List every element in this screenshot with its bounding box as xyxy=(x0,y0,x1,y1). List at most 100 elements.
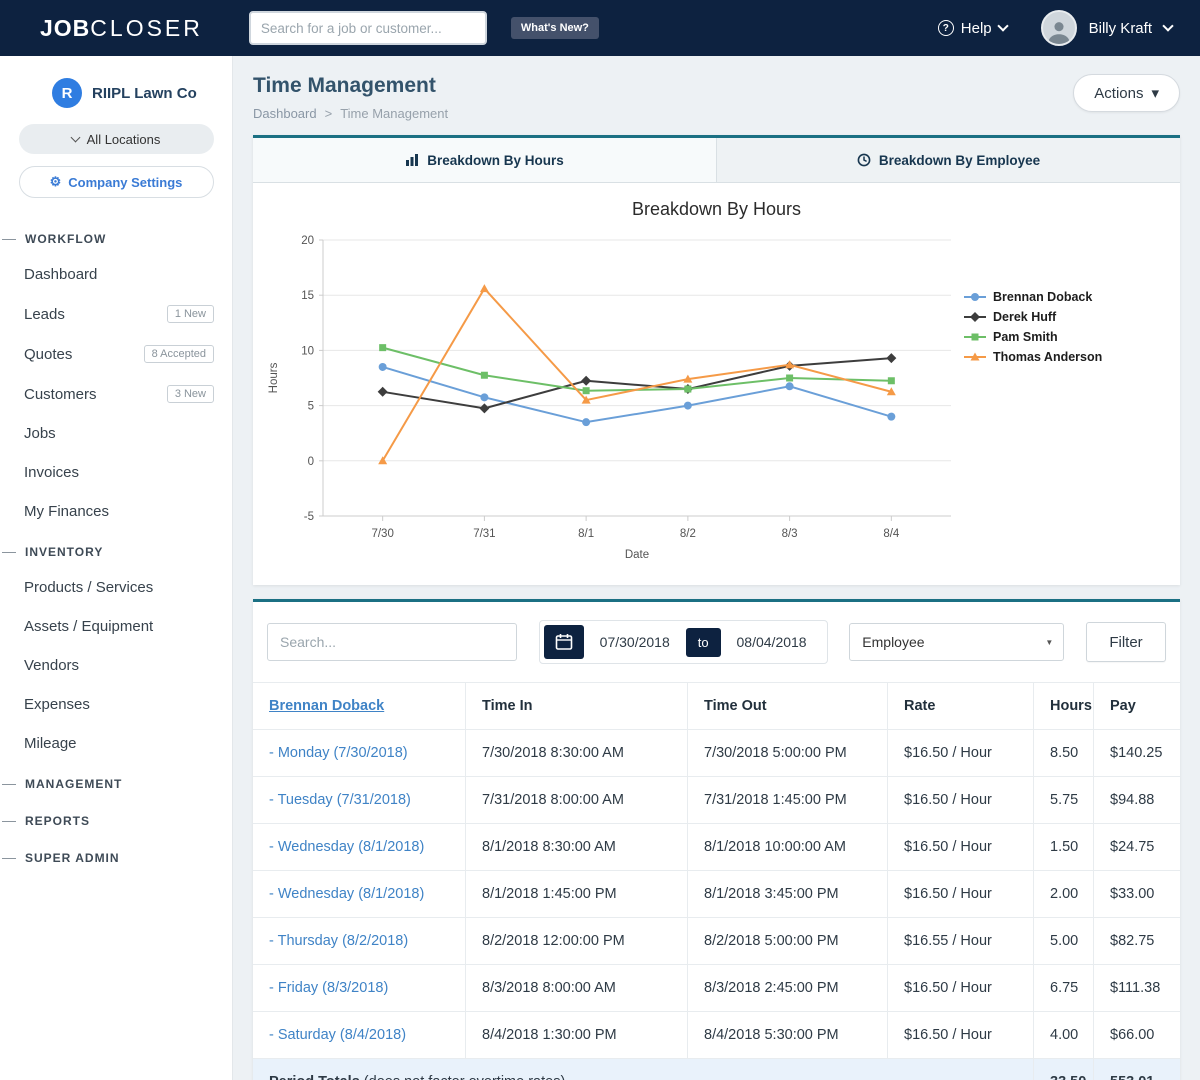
user-avatar[interactable] xyxy=(1041,10,1077,46)
filter-button[interactable]: Filter xyxy=(1086,622,1166,662)
cell-rate: $16.50 / Hour xyxy=(887,1012,1033,1058)
calendar-icon xyxy=(555,633,573,651)
nav-section-label: WORKFLOW xyxy=(25,232,106,246)
chart-title: Breakdown By Hours xyxy=(263,199,1170,220)
sidebar-item-label: Jobs xyxy=(24,425,214,442)
legend-item-derek-huff: Derek Huff xyxy=(963,310,1158,324)
section-dash-icon xyxy=(2,239,16,240)
day-link[interactable]: - Wednesday (8/1/2018) xyxy=(269,886,424,902)
sidebar-item-my-finances[interactable]: My Finances xyxy=(0,492,232,531)
legend-item-thomas-anderson: Thomas Anderson xyxy=(963,350,1158,364)
nav-section-label: SUPER ADMIN xyxy=(25,851,120,865)
sidebar-item-customers[interactable]: Customers3 New xyxy=(0,374,232,414)
cell-day: - Saturday (8/4/2018) xyxy=(253,1012,465,1058)
sidebar-item-quotes[interactable]: Quotes8 Accepted xyxy=(0,334,232,374)
cell-hours: 5.00 xyxy=(1033,918,1093,964)
date-to-field[interactable]: 08/04/2018 xyxy=(721,634,823,650)
day-link[interactable]: - Saturday (8/4/2018) xyxy=(269,1027,406,1043)
page-title: Time Management xyxy=(253,74,1073,98)
cell-time-in: 8/4/2018 1:30:00 PM xyxy=(465,1012,687,1058)
legend-marker-icon xyxy=(963,311,987,323)
sidebar-item-label: Products / Services xyxy=(24,579,214,596)
sidebar-item-leads[interactable]: Leads1 New xyxy=(0,294,232,334)
date-from-field[interactable]: 07/30/2018 xyxy=(584,634,686,650)
sidebar-item-mileage[interactable]: Mileage xyxy=(0,724,232,763)
cell-time-in: 8/1/2018 1:45:00 PM xyxy=(465,871,687,917)
time-table: Brennan DobackTime InTime OutRateHoursPa… xyxy=(253,682,1180,1080)
svg-text:-5: -5 xyxy=(304,511,314,523)
legend-marker-icon xyxy=(963,351,987,363)
cell-hours: 8.50 xyxy=(1033,730,1093,776)
cell-day: - Tuesday (7/31/2018) xyxy=(253,777,465,823)
company-row[interactable]: R RIIPL Lawn Co xyxy=(0,78,232,108)
table-header-pay: Pay xyxy=(1093,683,1180,729)
legend-marker-icon xyxy=(963,291,987,303)
breadcrumb-separator: > xyxy=(325,106,333,121)
date-to-chip: to xyxy=(686,628,721,657)
global-search-input[interactable] xyxy=(249,11,487,45)
cell-time-out: 7/31/2018 1:45:00 PM xyxy=(687,777,887,823)
topbar: JOBCLOSER What's New? ? Help Billy Kraft xyxy=(0,0,1200,56)
sidebar-item-label: Assets / Equipment xyxy=(24,618,214,635)
nav-section-management[interactable]: MANAGEMENT xyxy=(0,763,232,800)
whats-new-button[interactable]: What's New? xyxy=(511,17,599,39)
app-logo[interactable]: JOBCLOSER xyxy=(40,15,203,42)
cell-day: - Monday (7/30/2018) xyxy=(253,730,465,776)
day-link[interactable]: - Thursday (8/2/2018) xyxy=(269,933,408,949)
clock-icon xyxy=(857,153,871,167)
svg-text:8/3: 8/3 xyxy=(782,528,798,540)
nav-section-reports[interactable]: REPORTS xyxy=(0,800,232,837)
tab-breakdown-by-employee[interactable]: Breakdown By Employee xyxy=(716,138,1180,182)
calendar-button[interactable] xyxy=(544,625,584,659)
tab-breakdown-by-hours[interactable]: Breakdown By Hours xyxy=(253,138,716,182)
company-name: RIIPL Lawn Co xyxy=(92,85,197,102)
cell-time-in: 8/1/2018 8:30:00 AM xyxy=(465,824,687,870)
table-search-input[interactable] xyxy=(267,623,517,661)
sidebar-item-expenses[interactable]: Expenses xyxy=(0,685,232,724)
sidebar-item-label: Leads xyxy=(24,306,167,323)
actions-button[interactable]: Actions ▾ xyxy=(1073,74,1180,112)
sidebar-item-label: Vendors xyxy=(24,657,214,674)
cell-rate: $16.50 / Hour xyxy=(887,871,1033,917)
cell-time-out: 8/3/2018 2:45:00 PM xyxy=(687,965,887,1011)
cell-pay: $33.00 xyxy=(1093,871,1180,917)
table-row: - Thursday (8/2/2018)8/2/2018 12:00:00 P… xyxy=(253,917,1180,964)
cell-rate: $16.50 / Hour xyxy=(887,730,1033,776)
cell-hours: 6.75 xyxy=(1033,965,1093,1011)
sidebar-item-products-services[interactable]: Products / Services xyxy=(0,568,232,607)
help-label: Help xyxy=(961,20,992,37)
nav-section-workflow[interactable]: WORKFLOW xyxy=(0,218,232,255)
svg-text:10: 10 xyxy=(301,345,314,357)
table-header-employee: Brennan Doback xyxy=(253,683,465,729)
day-link[interactable]: - Tuesday (7/31/2018) xyxy=(269,792,411,808)
employee-name-link[interactable]: Brennan Doback xyxy=(269,698,384,714)
cell-rate: $16.50 / Hour xyxy=(887,824,1033,870)
day-link[interactable]: - Monday (7/30/2018) xyxy=(269,745,408,761)
cell-time-out: 8/1/2018 3:45:00 PM xyxy=(687,871,887,917)
sidebar-item-jobs[interactable]: Jobs xyxy=(0,414,232,453)
breadcrumb-dashboard[interactable]: Dashboard xyxy=(253,106,317,121)
sidebar-item-assets-equipment[interactable]: Assets / Equipment xyxy=(0,607,232,646)
cell-day: - Friday (8/3/2018) xyxy=(253,965,465,1011)
chart-legend: Brennan DobackDerek HuffPam SmithThomas … xyxy=(963,290,1158,571)
cell-time-out: 7/30/2018 5:00:00 PM xyxy=(687,730,887,776)
cell-time-out: 8/4/2018 5:30:00 PM xyxy=(687,1012,887,1058)
sidebar-item-invoices[interactable]: Invoices xyxy=(0,453,232,492)
locations-dropdown[interactable]: All Locations xyxy=(19,124,214,154)
company-settings-button[interactable]: ⚙ Company Settings xyxy=(19,166,214,198)
cell-pay: $24.75 xyxy=(1093,824,1180,870)
help-menu[interactable]: ? Help xyxy=(938,20,1007,37)
sidebar-item-vendors[interactable]: Vendors xyxy=(0,646,232,685)
user-menu-chevron-icon[interactable] xyxy=(1162,20,1173,31)
day-link[interactable]: - Wednesday (8/1/2018) xyxy=(269,839,424,855)
employee-select[interactable]: Employee ▼ xyxy=(849,623,1064,661)
day-link[interactable]: - Friday (8/3/2018) xyxy=(269,980,388,996)
nav-section-inventory[interactable]: INVENTORY xyxy=(0,531,232,568)
nav-section-super-admin[interactable]: SUPER ADMIN xyxy=(0,837,232,874)
legend-item-brennan-doback: Brennan Doback xyxy=(963,290,1158,304)
table-row: - Monday (7/30/2018)7/30/2018 8:30:00 AM… xyxy=(253,729,1180,776)
cell-pay: $140.25 xyxy=(1093,730,1180,776)
cell-hours: 1.50 xyxy=(1033,824,1093,870)
svg-text:8/4: 8/4 xyxy=(883,528,900,540)
sidebar-item-dashboard[interactable]: Dashboard xyxy=(0,255,232,294)
